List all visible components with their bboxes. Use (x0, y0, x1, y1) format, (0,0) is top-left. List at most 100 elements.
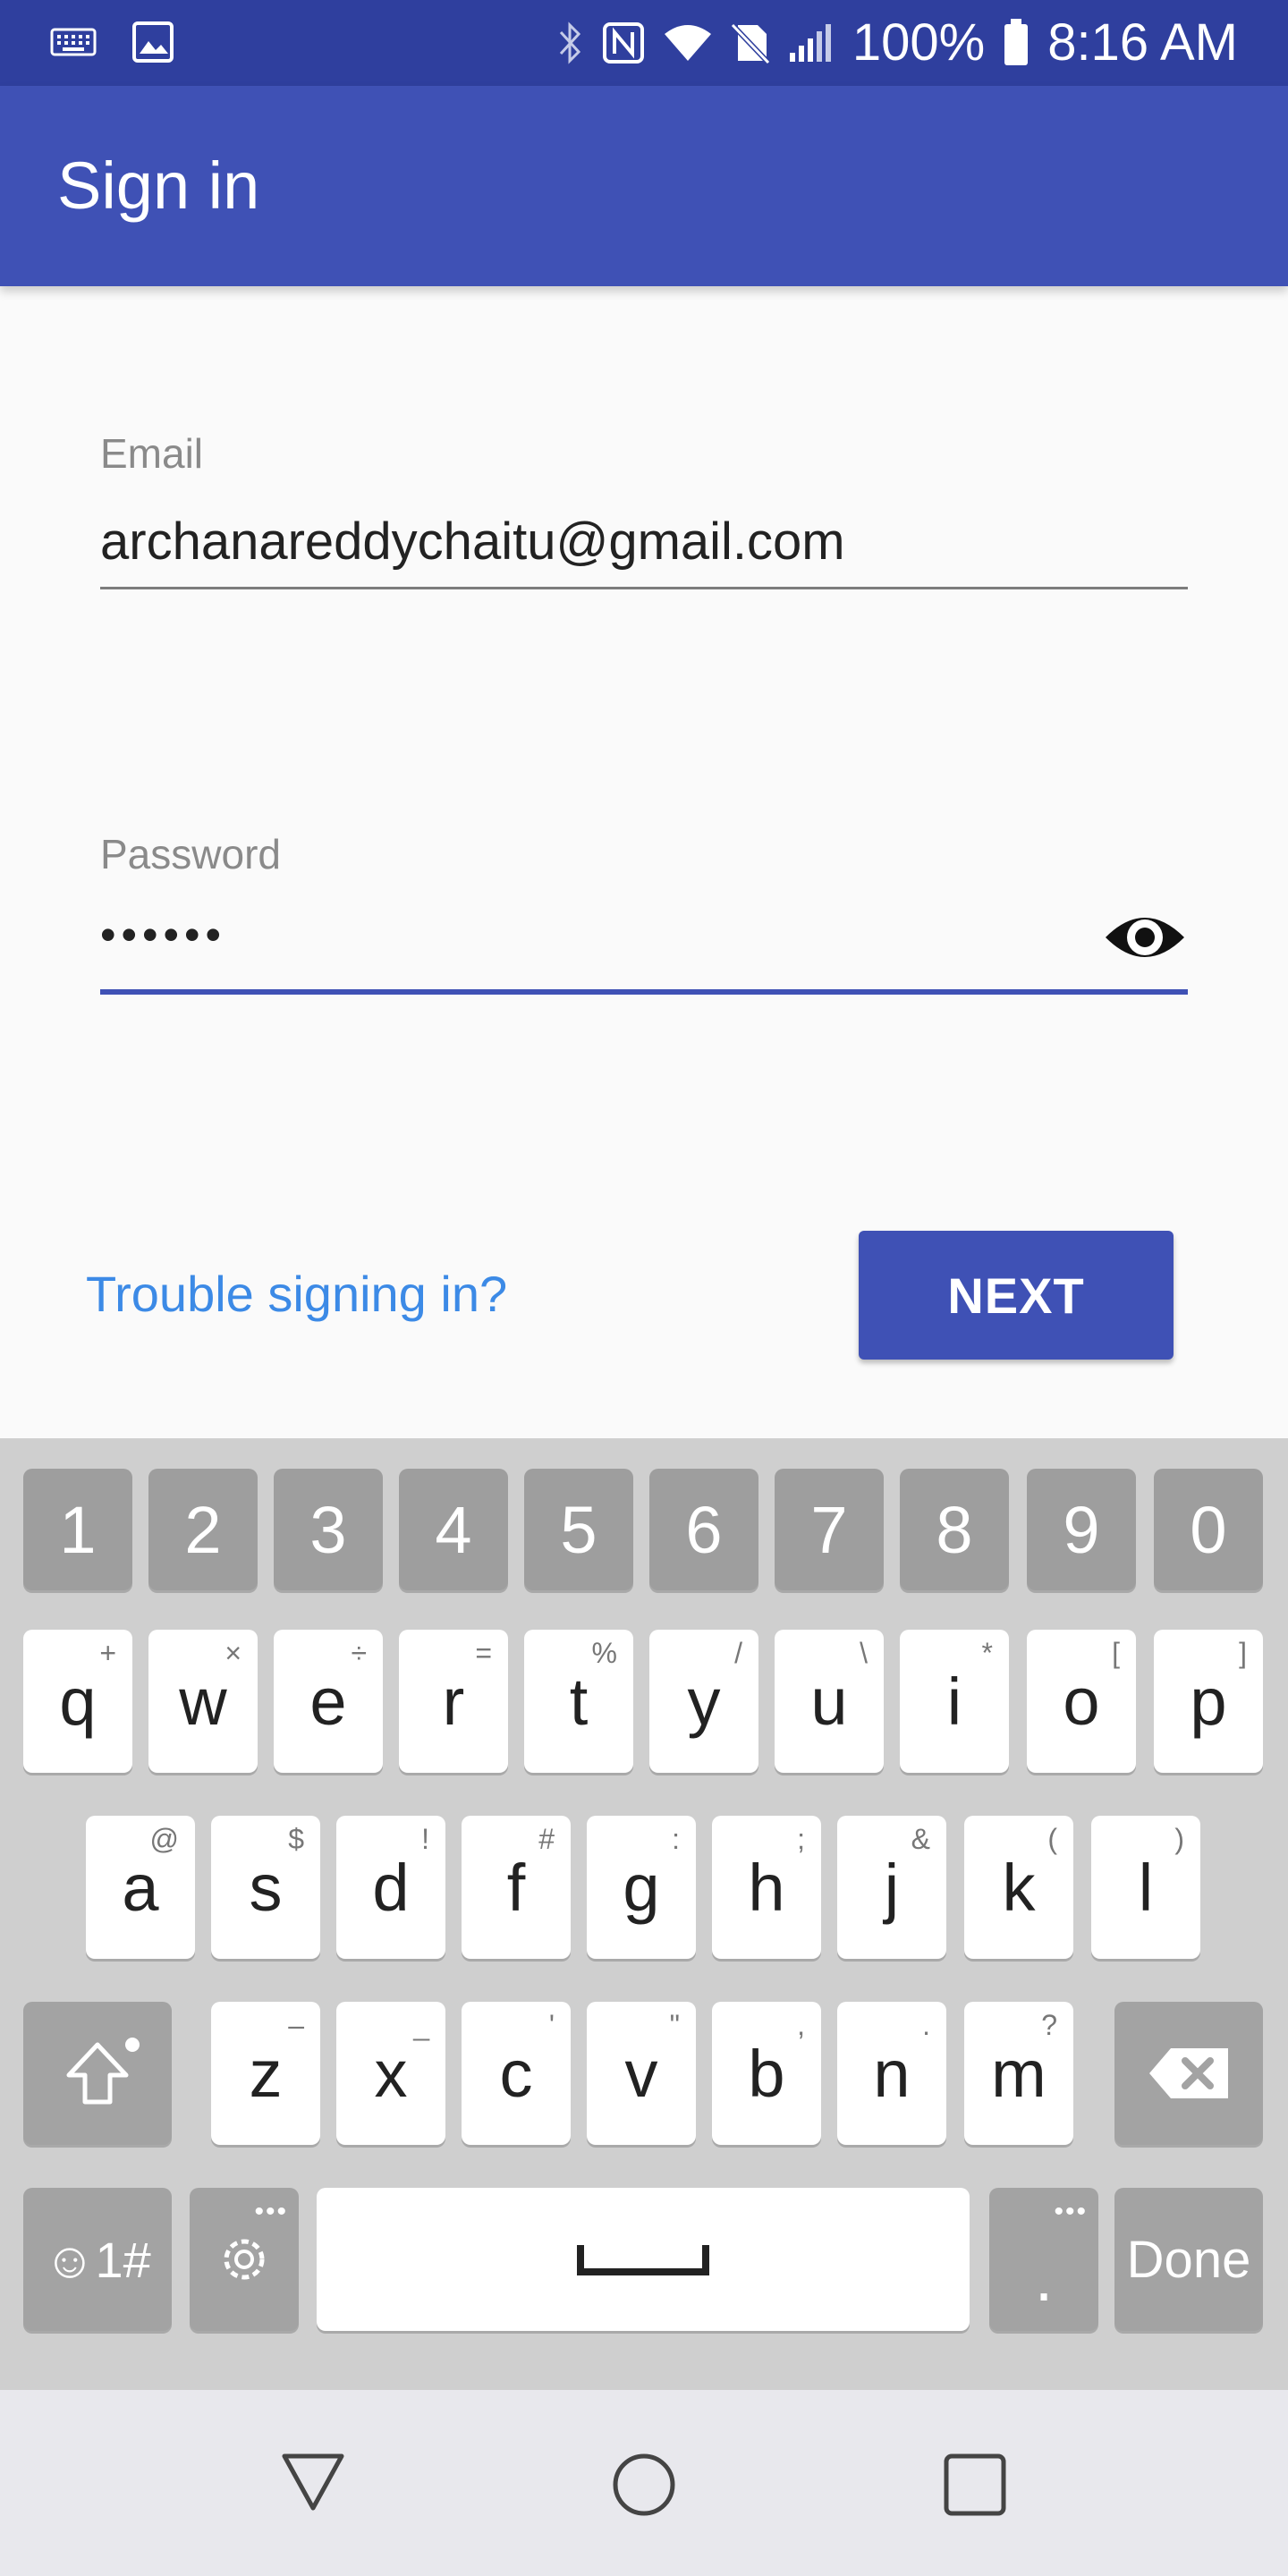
key-alt: ] (1239, 1637, 1247, 1669)
key-9[interactable]: 9 (1027, 1469, 1136, 1590)
key-alt: ? (1041, 2009, 1057, 2041)
key-l[interactable]: l) (1091, 1816, 1200, 1959)
key-f[interactable]: f # (462, 1816, 571, 1959)
key-alt: # (538, 1823, 555, 1855)
key-label: s (249, 1850, 283, 1925)
email-field[interactable]: archanareddychaitu@gmail.com (100, 512, 845, 572)
key-label: y (687, 1664, 721, 1739)
key-5[interactable]: 5 (524, 1469, 633, 1590)
key-o[interactable]: o[ (1027, 1630, 1136, 1773)
password-underline (100, 989, 1188, 995)
key-3[interactable]: 3 (274, 1469, 383, 1590)
key-label: x (374, 2036, 408, 2111)
home-icon[interactable] (610, 2451, 678, 2519)
key-alt: ÷ (351, 1637, 367, 1669)
key-label: i (946, 1664, 962, 1739)
key-alt: / (734, 1637, 742, 1669)
eye-icon[interactable] (1102, 905, 1188, 970)
key-x[interactable]: x _ (336, 2002, 445, 2145)
key-n[interactable]: n. (837, 2002, 946, 2145)
key-q[interactable]: q + (23, 1630, 132, 1773)
key-alt: % (591, 1637, 617, 1669)
keyboard-icon (50, 28, 97, 56)
status-left (50, 21, 174, 63)
key-e[interactable]: e ÷ (274, 1630, 383, 1773)
shift-dot (125, 2038, 140, 2052)
key-z[interactable]: z – (211, 2002, 320, 2145)
key-label: f (506, 1850, 526, 1925)
period-label: . (1034, 2240, 1054, 2315)
key-8[interactable]: 8 (900, 1469, 1009, 1590)
key-s[interactable]: s $ (211, 1816, 320, 1959)
key-1[interactable]: 1 (23, 1469, 132, 1590)
key-alt: ; (797, 1823, 805, 1855)
key-k[interactable]: k( (964, 1816, 1073, 1959)
space-icon (577, 2245, 709, 2275)
key-m[interactable]: m? (964, 2002, 1073, 2145)
battery-icon (1004, 19, 1029, 65)
bluetooth-icon (559, 21, 580, 64)
shift-icon (66, 2042, 129, 2105)
key-2[interactable]: 2 (148, 1469, 258, 1590)
more-dots-icon: ••• (254, 2197, 288, 2226)
backspace-icon (1149, 2048, 1228, 2098)
shift-key[interactable] (23, 2002, 172, 2145)
done-key[interactable]: Done (1114, 2188, 1263, 2331)
backspace-key[interactable] (1114, 2002, 1263, 2145)
key-alt: [ (1112, 1637, 1120, 1669)
key-7[interactable]: 7 (775, 1469, 884, 1590)
key-c[interactable]: c ' (462, 2002, 571, 2145)
key-alt: " (669, 2009, 680, 2041)
period-key[interactable]: . ••• (989, 2188, 1098, 2331)
key-label: c (499, 2036, 533, 2111)
key-a[interactable]: a @ (86, 1816, 195, 1959)
gear-icon (224, 2239, 265, 2280)
password-field[interactable]: •••••• (100, 909, 226, 961)
next-button[interactable]: NEXT (859, 1231, 1174, 1360)
key-alt: ! (421, 1823, 429, 1855)
key-t[interactable]: t% (524, 1630, 633, 1773)
trouble-signing-in-link[interactable]: Trouble signing in? (86, 1265, 507, 1323)
back-icon[interactable] (279, 2451, 347, 2515)
key-i[interactable]: i * (900, 1630, 1009, 1773)
key-6[interactable]: 6 (649, 1469, 758, 1590)
space-key[interactable] (317, 2188, 970, 2331)
key-u[interactable]: u \ (775, 1630, 884, 1773)
key-alt: ) (1174, 1823, 1184, 1855)
key-alt: ' (548, 2009, 555, 2041)
key-w[interactable]: w × (148, 1630, 258, 1773)
key-label: l (1138, 1850, 1154, 1925)
key-j[interactable]: j & (837, 1816, 946, 1959)
key-alt: & (911, 1823, 930, 1855)
key-alt: : (672, 1823, 680, 1855)
key-r[interactable]: r = (399, 1630, 508, 1773)
key-h[interactable]: h; (712, 1816, 821, 1959)
key-alt: = (475, 1637, 492, 1669)
key-label: z (249, 2036, 283, 2111)
clock: 8:16 AM (1047, 13, 1238, 72)
recents-icon[interactable] (943, 2453, 1007, 2517)
key-alt: . (922, 2009, 930, 2041)
settings-key[interactable]: ••• (190, 2188, 299, 2331)
battery-percent: 100% (852, 13, 986, 72)
key-alt: \ (860, 1637, 868, 1669)
symbols-key[interactable]: ☺1# (23, 2188, 172, 2331)
key-b[interactable]: b, (712, 2002, 821, 2145)
wifi-icon (664, 25, 711, 61)
key-g[interactable]: g: (587, 1816, 696, 1959)
key-y[interactable]: y / (649, 1630, 758, 1773)
key-label: n (873, 2036, 911, 2111)
key-4[interactable]: 4 (399, 1469, 508, 1590)
key-0[interactable]: 0 (1154, 1469, 1263, 1590)
key-label: w (179, 1664, 227, 1739)
key-label: j (884, 1850, 900, 1925)
key-v[interactable]: v " (587, 2002, 696, 2145)
key-label: p (1190, 1664, 1227, 1739)
key-label: d (372, 1850, 410, 1925)
no-sim-icon (730, 22, 770, 64)
key-label: u (810, 1664, 848, 1739)
more-dots-icon: ••• (1054, 2197, 1088, 2226)
key-p[interactable]: p] (1154, 1630, 1263, 1773)
nfc-icon (602, 22, 644, 64)
key-d[interactable]: d! (336, 1816, 445, 1959)
